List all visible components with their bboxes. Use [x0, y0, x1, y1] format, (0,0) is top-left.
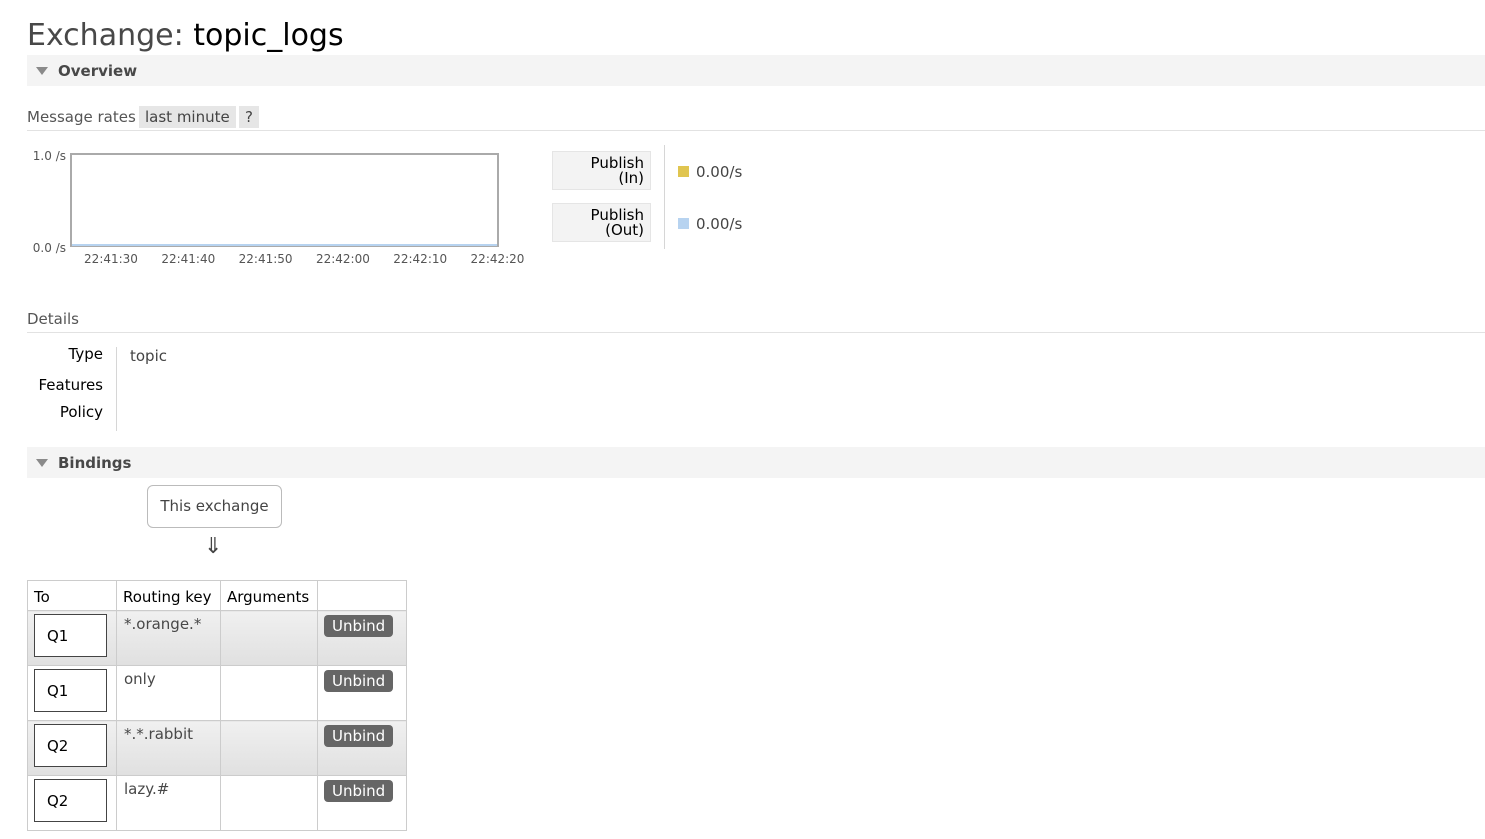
message-rates-chart: 1.0 /s 0.0 /s 22:41:30 22:41:40 22:41:50 22:4…	[27, 145, 537, 270]
details-heading-label: Details	[27, 310, 80, 328]
legend-publish-out-button[interactable]: Publish (Out)	[552, 203, 651, 242]
x-tick-label: 22:42:20	[471, 252, 525, 266]
x-tick-label: 22:42:00	[316, 252, 370, 266]
table-row: Q2 *.*.rabbit Unbind	[27, 720, 407, 776]
bindings-section-label: Bindings	[58, 454, 132, 472]
column-header-to: To	[27, 580, 117, 611]
message-rates-heading: Message rates last minute ?	[27, 106, 1485, 131]
rates-help-button[interactable]: ?	[239, 106, 259, 128]
page-title: Exchange: topic_logs	[27, 18, 344, 53]
arguments	[221, 776, 317, 784]
arguments	[221, 611, 317, 619]
y-tick-label: 1.0 /s	[33, 149, 66, 163]
overview-section-toggle[interactable]: Overview	[27, 55, 1485, 86]
x-tick-label: 22:42:10	[393, 252, 447, 266]
y-tick-label: 0.0 /s	[33, 241, 66, 255]
arguments	[221, 666, 317, 674]
unbind-button[interactable]: Unbind	[324, 725, 394, 747]
column-header-actions	[317, 580, 407, 611]
message-rates-label: Message rates	[27, 108, 136, 126]
collapse-triangle-icon	[36, 67, 48, 75]
details-divider	[116, 347, 117, 431]
bindings-table: To Routing key Arguments Q1 *.orange.* U…	[27, 580, 407, 831]
queue-link[interactable]: Q2	[34, 779, 107, 822]
routing-key: lazy.#	[124, 780, 170, 798]
exchange-name: topic_logs	[193, 18, 344, 53]
x-tick-label: 22:41:50	[239, 252, 293, 266]
legend-publish-out-swatch	[678, 218, 689, 229]
queue-link[interactable]: Q2	[34, 724, 107, 767]
table-row: Q1 *.orange.* Unbind	[27, 610, 407, 666]
legend-publish-out-value: 0.00/s	[696, 215, 743, 233]
routing-key: *.orange.*	[124, 615, 202, 633]
detail-type-label: Type	[68, 345, 103, 363]
routing-key: *.*.rabbit	[124, 725, 193, 743]
x-tick-label: 22:41:30	[84, 252, 138, 266]
legend-publish-in-line2: (In)	[618, 169, 644, 187]
unbind-button[interactable]: Unbind	[324, 780, 394, 802]
arguments	[221, 721, 317, 729]
collapse-triangle-icon	[36, 459, 48, 467]
bindings-header-row: To Routing key Arguments	[27, 580, 407, 611]
column-header-arguments: Arguments	[220, 580, 318, 611]
x-tick-label: 22:41:40	[161, 252, 215, 266]
overview-section-label: Overview	[58, 62, 138, 80]
table-row: Q2 lazy.# Unbind	[27, 775, 407, 831]
unbind-button[interactable]: Unbind	[324, 670, 394, 692]
rate-range-selector[interactable]: last minute	[139, 106, 236, 128]
detail-policy-label: Policy	[59, 403, 103, 421]
legend-divider	[664, 145, 665, 249]
table-row: Q1 only Unbind	[27, 665, 407, 721]
detail-features-label: Features	[38, 376, 104, 394]
down-arrow-icon: ⇓	[204, 534, 223, 559]
unbind-button[interactable]: Unbind	[324, 615, 394, 637]
chart-plot-area	[70, 153, 499, 247]
details-heading: Details	[27, 310, 1485, 333]
rate-chart-svg: 1.0 /s 0.0 /s 22:41:30 22:41:40 22:41:50 22:4…	[33, 149, 525, 266]
legend-publish-in-button[interactable]: Publish (In)	[552, 151, 651, 190]
detail-type-value: topic	[130, 347, 167, 365]
this-exchange-box: This exchange	[147, 485, 282, 528]
bindings-section-toggle[interactable]: Bindings	[27, 447, 1485, 478]
legend-publish-in-value: 0.00/s	[696, 163, 743, 181]
queue-link[interactable]: Q1	[34, 669, 107, 712]
page-title-prefix: Exchange:	[27, 18, 184, 53]
legend-publish-in-swatch	[678, 166, 689, 177]
routing-key: only	[124, 670, 156, 688]
queue-link[interactable]: Q1	[34, 614, 107, 657]
legend-publish-out-line2: (Out)	[605, 221, 644, 239]
column-header-routing-key: Routing key	[116, 580, 221, 611]
